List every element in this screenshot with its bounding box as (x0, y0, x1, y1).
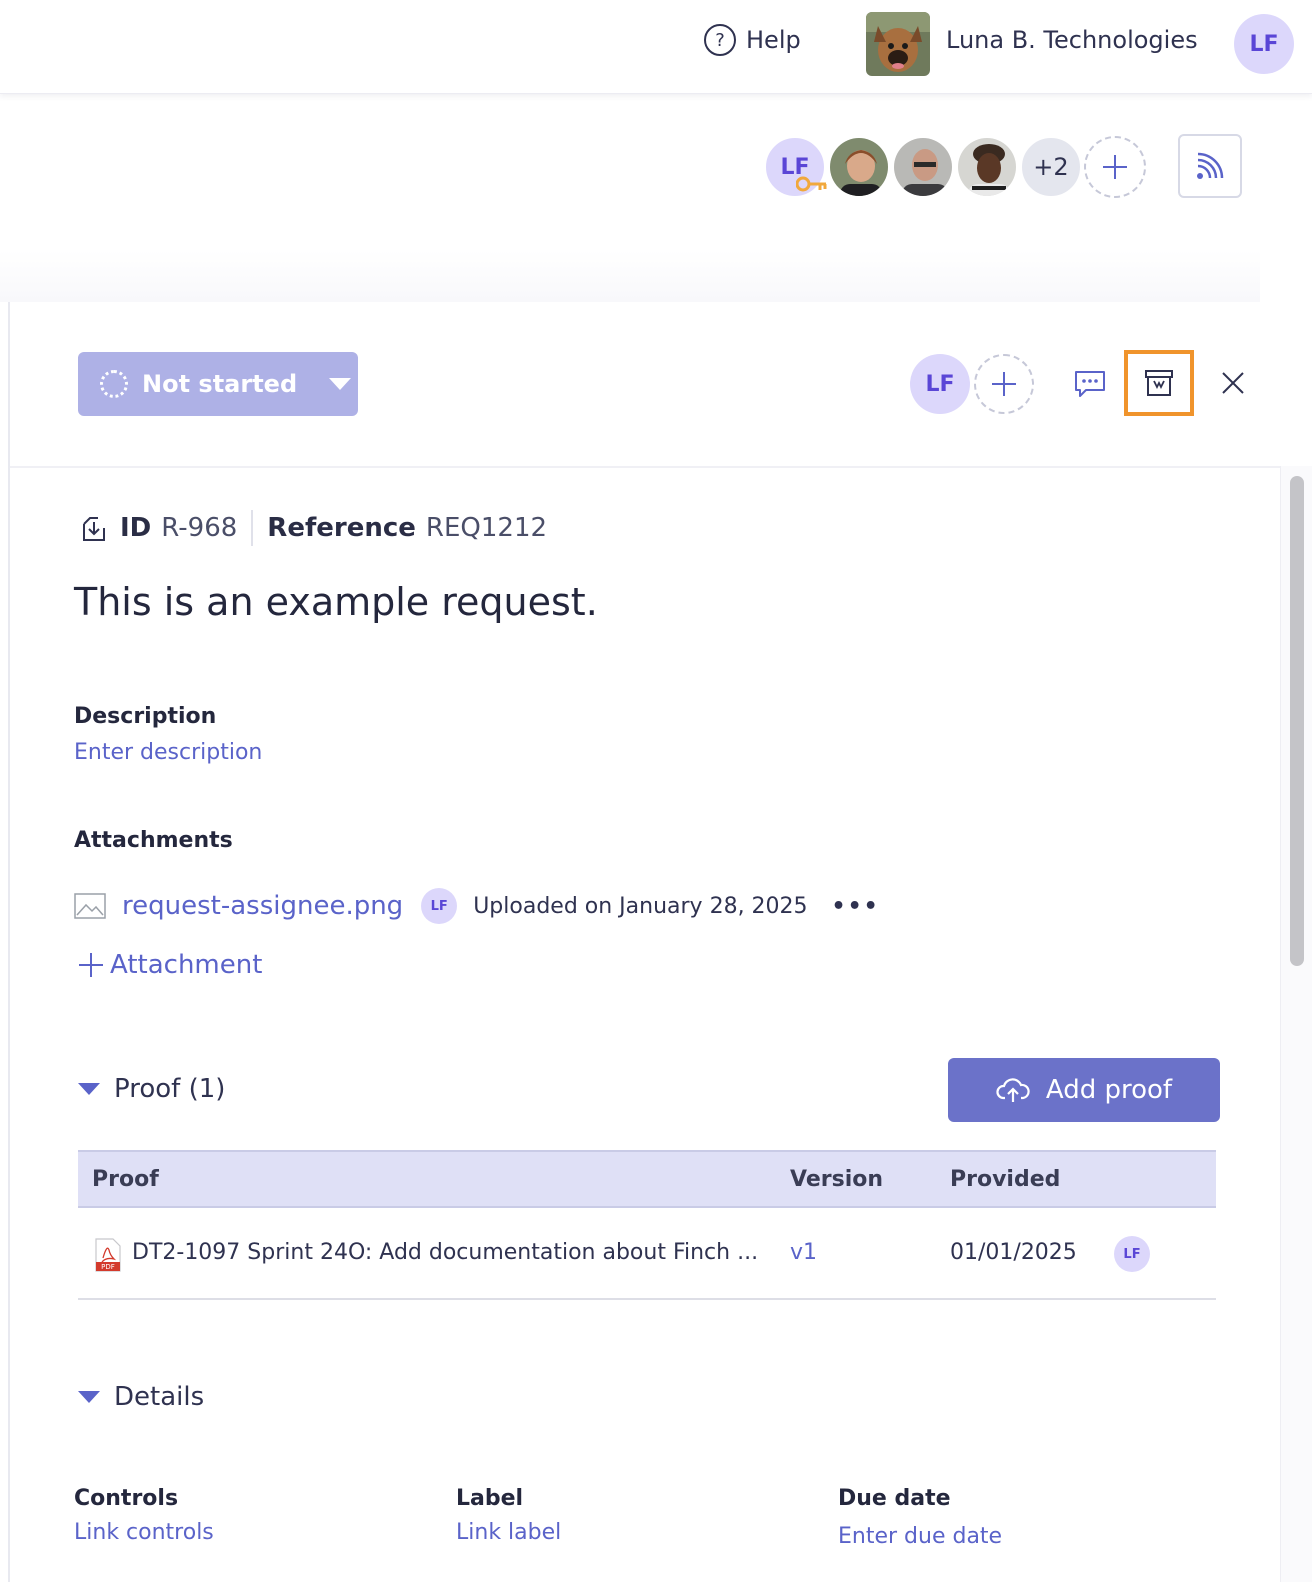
add-proof-button[interactable]: Add proof (948, 1058, 1220, 1122)
chevron-down-icon (329, 378, 352, 390)
feed-button[interactable] (1178, 134, 1242, 198)
help-button[interactable]: ? Help (704, 24, 801, 56)
help-icon: ? (704, 24, 736, 56)
owner-avatar[interactable]: LF (764, 136, 827, 198)
archive-icon (1145, 370, 1173, 396)
member-avatar[interactable] (956, 136, 1018, 198)
due-date-input[interactable]: Enter due date (838, 1524, 1002, 1549)
image-file-icon (74, 893, 106, 919)
top-header: ? Help Luna B. Technologies LF (0, 0, 1312, 94)
add-attachment-label: Attachment (110, 950, 263, 980)
attachment-item: request-assignee.png LF Uploaded on Janu… (74, 886, 880, 926)
attachments-label: Attachments (74, 828, 233, 853)
assignee-avatar[interactable]: LF (910, 354, 970, 414)
proof-section-label: Proof (1) (114, 1074, 226, 1104)
caret-down-icon (78, 1083, 100, 1095)
proof-version[interactable]: v1 (790, 1240, 817, 1265)
request-inbox-icon (83, 517, 105, 541)
request-id-line: ID R-968 Reference REQ1212 (78, 510, 547, 546)
label-field-label: Label (456, 1486, 524, 1511)
controls-label: Controls (74, 1486, 179, 1511)
divider (251, 510, 254, 546)
add-proof-label: Add proof (1045, 1075, 1173, 1105)
add-assignee-button[interactable] (974, 354, 1034, 414)
request-title[interactable]: This is an example request. (74, 580, 598, 624)
caret-down-icon (78, 1391, 100, 1403)
details-section-toggle[interactable]: Details (78, 1382, 204, 1412)
proof-section-toggle[interactable]: Proof (1) (78, 1074, 225, 1104)
description-input[interactable]: Enter description (74, 740, 262, 765)
more-members-count[interactable]: +2 (1020, 136, 1082, 198)
reference-value: REQ1212 (425, 513, 548, 543)
description-label: Description (74, 704, 217, 729)
plus-icon (992, 372, 1016, 396)
panel-toolbar: Not started LF (10, 302, 1312, 468)
details-section-label: Details (114, 1382, 205, 1412)
more-options-button[interactable]: ••• (832, 894, 880, 919)
link-label-link[interactable]: Link label (456, 1520, 561, 1545)
add-attachment-button[interactable]: Attachment (78, 950, 262, 980)
attachment-filename[interactable]: request-assignee.png (122, 891, 403, 921)
help-label: Help (746, 26, 801, 54)
key-icon (796, 176, 827, 192)
status-pending-icon (100, 370, 128, 398)
proof-table: Proof Version Provided PDF DT2-1097 Spri… (78, 1150, 1216, 1300)
upload-date: Uploaded on January 28, 2025 (473, 893, 808, 919)
member-avatar[interactable] (828, 136, 890, 198)
status-label: Not started (142, 370, 298, 398)
status-dropdown[interactable]: Not started (78, 352, 358, 416)
proof-table-header: Proof Version Provided (78, 1150, 1216, 1208)
provider-avatar: LF (1114, 1236, 1150, 1272)
proof-name[interactable]: DT2-1097 Sprint 24O: Add documentation a… (132, 1240, 758, 1265)
uploader-avatar: LF (421, 888, 458, 924)
id-value: R-968 (161, 513, 238, 543)
due-date-label: Due date (838, 1486, 951, 1511)
org-avatar[interactable] (866, 12, 930, 76)
plus-icon (1103, 155, 1127, 179)
proof-provided-date: 01/01/2025 (950, 1240, 1077, 1265)
id-label: ID (120, 513, 152, 543)
user-avatar[interactable]: LF (1234, 14, 1294, 74)
scrollbar-thumb[interactable] (1290, 476, 1304, 966)
comments-button[interactable] (1068, 362, 1112, 406)
svg-text:PDF: PDF (101, 1263, 115, 1271)
rss-icon (1197, 152, 1224, 179)
member-avatar[interactable] (892, 136, 954, 198)
close-icon (1222, 372, 1244, 394)
cloud-upload-icon (996, 1078, 1030, 1102)
column-header-version[interactable]: Version (790, 1167, 883, 1192)
org-name[interactable]: Luna B. Technologies (946, 26, 1198, 54)
reference-label: Reference (267, 513, 416, 543)
add-member-button[interactable] (1084, 136, 1146, 198)
pdf-file-icon: PDF (95, 1238, 121, 1272)
link-controls-link[interactable]: Link controls (74, 1520, 214, 1545)
comment-icon (1075, 371, 1105, 397)
archive-button[interactable] (1124, 350, 1194, 416)
table-row[interactable]: PDF DT2-1097 Sprint 24O: Add documentati… (78, 1208, 1216, 1300)
close-button[interactable] (1216, 366, 1250, 400)
column-header-proof[interactable]: Proof (92, 1167, 159, 1192)
section-band (0, 250, 1260, 302)
plus-icon (79, 953, 103, 977)
column-header-provided[interactable]: Provided (950, 1167, 1060, 1192)
